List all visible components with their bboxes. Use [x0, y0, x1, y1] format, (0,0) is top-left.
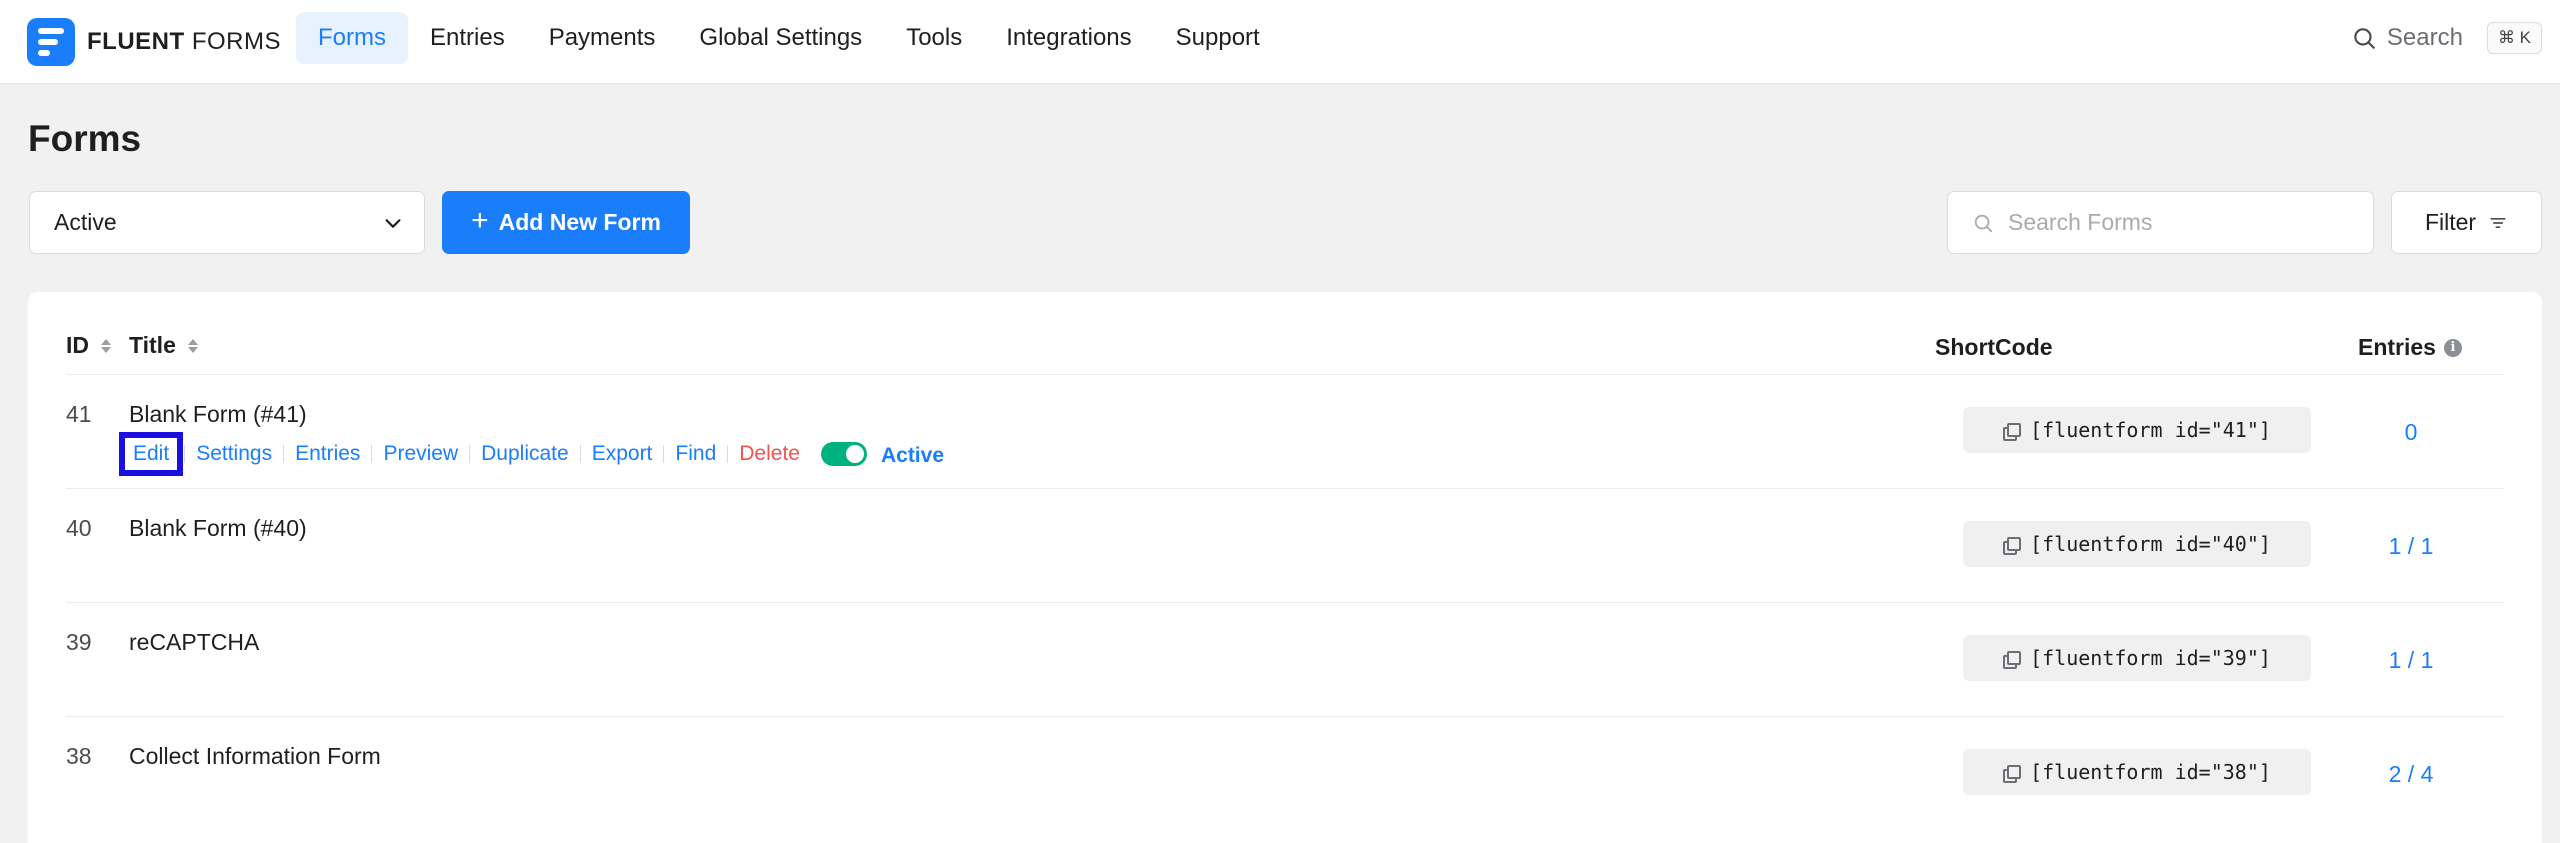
add-new-form-button[interactable]: + Add New Form [442, 191, 690, 254]
filter-button[interactable]: Filter [2391, 191, 2542, 254]
shortcode-copy-button[interactable]: [fluentform id="41"] [1963, 407, 2311, 453]
form-id: 39 [66, 629, 92, 655]
status-filter-value: Active [54, 209, 117, 235]
entries-count-link[interactable]: 1 / 1 [2346, 533, 2476, 560]
column-header-id-label: ID [66, 332, 89, 358]
status-filter-select[interactable]: Active [29, 191, 425, 254]
form-id: 41 [66, 401, 92, 427]
settings-link[interactable]: Settings [196, 442, 272, 466]
form-status-toggle[interactable] [820, 442, 867, 466]
shortcode-text: [fluentform id="40"] [2030, 532, 2271, 556]
brand-name: FLUENT FORMS [87, 28, 281, 56]
nav-item-tools[interactable]: Tools [884, 12, 984, 64]
filter-icon [2490, 217, 2506, 228]
keyboard-shortcut-badge: ⌘ K [2486, 22, 2542, 54]
edit-link[interactable]: Edit [118, 432, 184, 476]
search-forms-input[interactable] [2008, 209, 2348, 236]
form-title[interactable]: Collect Information Form [129, 743, 381, 770]
export-link[interactable]: Export [592, 442, 653, 466]
fluent-forms-logo-icon [27, 18, 75, 66]
nav-item-forms[interactable]: Forms [296, 12, 408, 64]
action-divider [727, 445, 729, 463]
nav-item-global-settings[interactable]: Global Settings [677, 12, 884, 64]
copy-icon [2003, 764, 2022, 783]
forms-table: ID Title ShortCode Entries i 41 Blank Fo… [28, 292, 2542, 843]
plus-icon: + [471, 204, 489, 237]
copy-icon [2003, 650, 2022, 669]
action-divider [469, 445, 471, 463]
info-icon[interactable]: i [2443, 338, 2462, 357]
table-row: 41 Blank Form (#41) Edit Settings Entrie… [66, 374, 2504, 488]
shortcode-copy-button[interactable]: [fluentform id="40"] [1963, 521, 2311, 567]
row-actions: Edit Settings Entries Preview Duplicate … [118, 432, 944, 476]
action-divider [371, 445, 373, 463]
search-forms-field[interactable] [1947, 191, 2374, 254]
search-icon [1974, 214, 1993, 232]
shortcode-text: [fluentform id="38"] [2030, 760, 2271, 784]
entries-count-link[interactable]: 1 / 1 [2346, 647, 2476, 674]
delete-link[interactable]: Delete [739, 442, 800, 466]
shortcode-copy-button[interactable]: [fluentform id="38"] [1963, 749, 2311, 795]
copy-icon [2003, 536, 2022, 555]
column-header-entries-label: Entries [2358, 334, 2436, 360]
page-title: Forms [28, 118, 142, 159]
brand-name-bold: FLUENT [87, 28, 185, 55]
table-row: 39 reCAPTCHA [fluentform id="39"] 1 / 1 [66, 602, 2504, 716]
entries-link[interactable]: Entries [295, 442, 360, 466]
brand-logo[interactable]: FLUENT FORMS [27, 18, 281, 66]
shortcode-text: [fluentform id="39"] [2030, 646, 2271, 670]
add-new-form-label: Add New Form [498, 209, 661, 235]
form-title[interactable]: Blank Form (#41) [129, 401, 307, 428]
action-divider [663, 445, 665, 463]
global-search-button[interactable]: Search ⌘ K [2351, 22, 2542, 54]
form-title[interactable]: Blank Form (#40) [129, 515, 307, 542]
form-status-label: Active [880, 444, 944, 467]
global-search-label: Search [2386, 24, 2463, 51]
action-divider [579, 445, 581, 463]
filter-label: Filter [2424, 209, 2477, 235]
main-nav: Forms Entries Payments Global Settings T… [296, 12, 1282, 64]
table-row: 38 Collect Information Form [fluentform … [66, 716, 2504, 830]
column-header-shortcode: ShortCode [1935, 334, 2053, 361]
form-title[interactable]: reCAPTCHA [129, 629, 259, 656]
nav-item-integrations[interactable]: Integrations [984, 12, 1153, 64]
sort-icon [101, 338, 111, 353]
top-navigation-bar: FLUENT FORMS Forms Entries Payments Glob… [0, 0, 2560, 84]
duplicate-link[interactable]: Duplicate [481, 442, 569, 466]
shortcode-text: [fluentform id="41"] [2030, 418, 2271, 442]
column-header-shortcode-label: ShortCode [1935, 334, 2053, 360]
table-row: 40 Blank Form (#40) [fluentform id="40"]… [66, 488, 2504, 602]
search-icon [2354, 28, 2375, 49]
chevron-down-icon [385, 218, 401, 228]
nav-item-entries[interactable]: Entries [408, 12, 527, 64]
column-header-title-label: Title [129, 332, 176, 358]
shortcode-copy-button[interactable]: [fluentform id="39"] [1963, 635, 2311, 681]
nav-item-payments[interactable]: Payments [527, 12, 678, 64]
sort-icon [187, 338, 198, 353]
column-header-id[interactable]: ID [66, 332, 111, 359]
action-divider [283, 445, 285, 463]
entries-count-link[interactable]: 0 [2346, 419, 2476, 446]
copy-icon [2003, 422, 2022, 441]
column-header-title[interactable]: Title [129, 332, 198, 359]
nav-item-support[interactable]: Support [1154, 12, 1282, 64]
column-header-entries: Entries i [2358, 334, 2462, 361]
action-divider [184, 445, 186, 463]
entries-count-link[interactable]: 2 / 4 [2346, 761, 2476, 788]
find-link[interactable]: Find [675, 442, 716, 466]
form-id: 40 [66, 515, 92, 541]
form-id: 38 [66, 743, 92, 769]
brand-name-light: FORMS [191, 28, 281, 55]
preview-link[interactable]: Preview [383, 442, 458, 466]
